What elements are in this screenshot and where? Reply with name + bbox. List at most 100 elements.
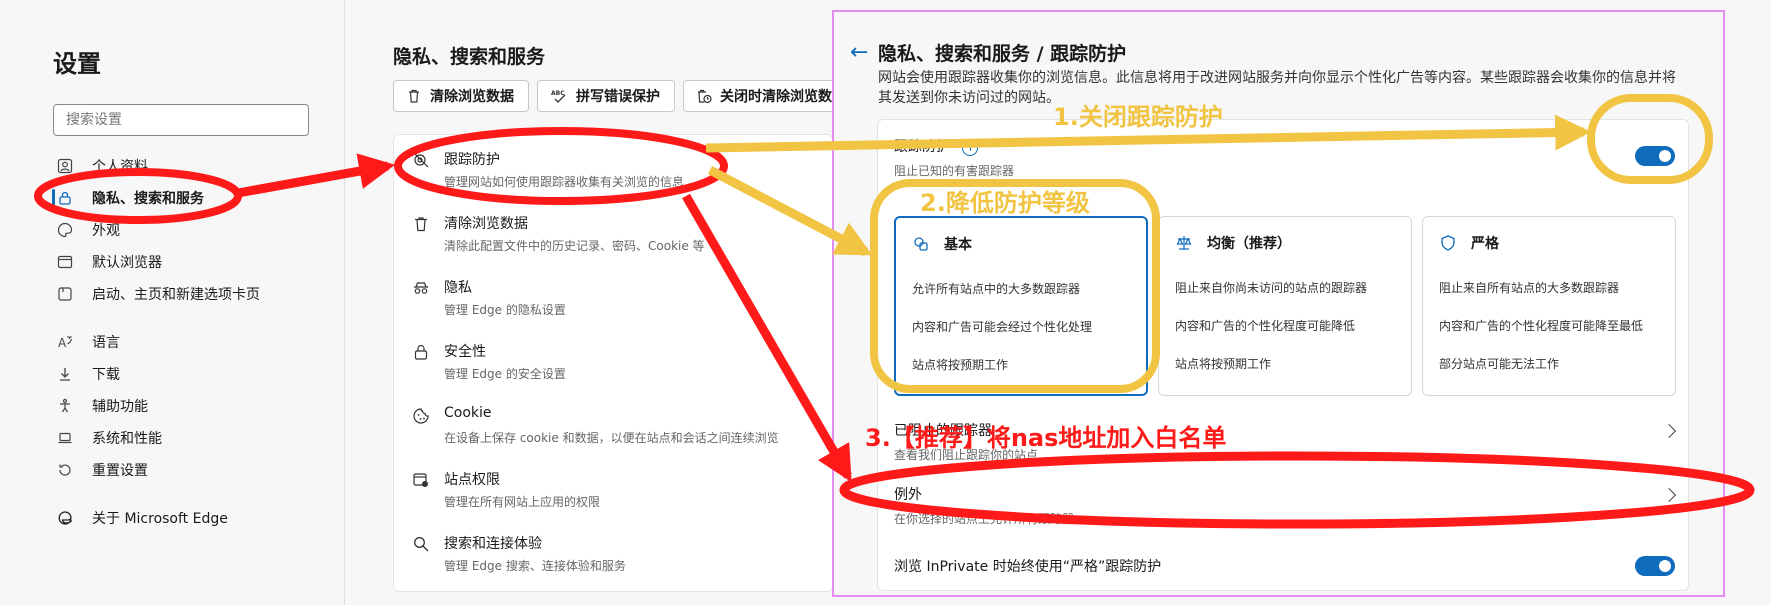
inprivate-strict-row: 浏览 InPrivate 时始终使用“严格”跟踪防护 <box>894 556 1674 576</box>
row-title: 浏览 InPrivate 时始终使用“严格”跟踪防护 <box>894 559 1162 575</box>
sidebar-item-default-browser[interactable]: 默认浏览器 <box>56 248 162 276</box>
row-title: 跟踪防护 <box>444 152 500 168</box>
row-subtitle: 在设备上保存 cookie 和数据，以便在站点和会话之间连续浏览 <box>444 431 779 445</box>
shield-icon <box>1439 234 1457 252</box>
tracking-prevention-subtitle: 阻止已知的有害跟踪器 <box>894 164 1015 178</box>
row-title: 隐私 <box>444 280 472 296</box>
sidebar-item-label: 下载 <box>92 367 120 383</box>
quick-actions: 清除浏览数据 ABC 拼写错误保护 关闭时清除浏览数据 <box>393 80 861 112</box>
active-indicator <box>52 189 55 207</box>
level-header: 严格 <box>1439 233 1499 253</box>
tracking-prevention-toggle[interactable] <box>1635 146 1675 166</box>
level-detail: 阻止来自你尚未访问的站点的跟踪器 <box>1175 281 1368 295</box>
search-settings-input[interactable]: 搜索设置 <box>53 104 309 136</box>
language-icon: A <box>56 333 74 351</box>
page-title: 隐私、搜索和服务 <box>393 46 546 68</box>
level-detail: 阻止来自所有站点的大多数跟踪器 <box>1439 281 1620 295</box>
level-name: 均衡（推荐） <box>1207 236 1291 252</box>
level-detail: 站点将按预期工作 <box>912 358 1009 372</box>
row-title: 清除浏览数据 <box>444 216 528 232</box>
exceptions-row[interactable]: 例外 在你选择的站点上允许所有跟踪器 <box>894 484 1677 527</box>
search-icon <box>412 535 430 553</box>
sidebar-item-label: 默认浏览器 <box>92 255 162 271</box>
level-basic-card[interactable]: 基本 允许所有站点中的大多数跟踪器 内容和广告可能会经过个性化处理 站点将按预期… <box>894 216 1148 396</box>
svg-text:A: A <box>58 336 67 350</box>
sidebar-item-reset[interactable]: 重置设置 <box>56 456 148 484</box>
sidebar-item-label: 语言 <box>92 335 120 351</box>
row-subtitle: 管理 Edge 的隐私设置 <box>444 303 566 317</box>
row-title: 搜索和连接体验 <box>444 536 542 552</box>
inprivate-strict-toggle[interactable] <box>1635 556 1675 576</box>
lock-icon <box>412 343 430 361</box>
cookie-icon <box>412 407 430 425</box>
tracking-prevention-panel: ← 隐私、搜索和服务 / 跟踪防护 网站会使用跟踪器收集你的浏览信息。此信息将用… <box>832 10 1725 597</box>
level-header: 均衡（推荐） <box>1175 233 1291 253</box>
lock-icon <box>56 189 74 207</box>
tracking-prevention-label: 跟踪防护 i <box>894 136 979 156</box>
reset-icon <box>56 461 74 479</box>
svg-text:ABC: ABC <box>551 90 565 97</box>
clear-browsing-data-button[interactable]: 清除浏览数据 <box>393 80 529 112</box>
browser-icon <box>56 253 74 271</box>
sidebar-item-label: 启动、主页和新建选项卡页 <box>92 287 260 303</box>
sidebar-item-downloads[interactable]: 下载 <box>56 360 120 388</box>
level-header: 基本 <box>912 234 972 254</box>
trash-icon <box>406 88 422 104</box>
level-strict-card[interactable]: 严格 阻止来自所有站点的大多数跟踪器 内容和广告的个性化程度可能降至最低 部分站… <box>1422 216 1676 396</box>
level-name: 基本 <box>944 237 972 253</box>
annotation-step3: 3.【推荐】将nas地址加入白名单 <box>865 424 1227 452</box>
row-subtitle: 管理 Edge 搜索、连接体验和服务 <box>444 559 626 573</box>
sidebar-item-appearance[interactable]: 外观 <box>56 216 120 244</box>
level-detail: 部分站点可能无法工作 <box>1439 357 1560 371</box>
level-detail: 内容和广告的个性化程度可能降低 <box>1175 319 1356 333</box>
chip-label: 关闭时清除浏览数据 <box>720 89 846 105</box>
level-detail: 站点将按预期工作 <box>1175 357 1272 371</box>
row-subtitle: 管理网站如何使用跟踪器收集有关浏览的信息 <box>444 175 685 189</box>
trash-icon <box>412 215 430 233</box>
download-icon <box>56 365 74 383</box>
spellcheck-icon: ABC <box>550 88 568 104</box>
sidebar-item-profile[interactable]: 个人资料 <box>56 152 148 180</box>
level-detail: 允许所有站点中的大多数跟踪器 <box>912 282 1081 296</box>
panel-description: 网站会使用跟踪器收集你的浏览信息。此信息将用于改进网站服务并向你显示个性化广告等… <box>878 70 1676 106</box>
laptop-icon <box>56 429 74 447</box>
row-subtitle: 清除此配置文件中的历史记录、密码、Cookie 等 <box>444 239 705 253</box>
panel-title: 隐私、搜索和服务 / 跟踪防护 <box>878 43 1127 65</box>
tab-icon <box>56 285 74 303</box>
profile-icon <box>56 157 74 175</box>
level-balanced-card[interactable]: 均衡（推荐） 阻止来自你尚未访问的站点的跟踪器 内容和广告的个性化程度可能降低 … <box>1158 216 1412 396</box>
palette-icon <box>56 221 74 239</box>
settings-sidebar: 设置 搜索设置 个人资料 隐私、搜索和服务 外观 默认浏览器 启动、主页和新建选… <box>0 0 345 605</box>
info-icon[interactable]: i <box>962 140 979 156</box>
edge-logo-icon <box>56 509 74 527</box>
sidebar-item-label: 辅助功能 <box>92 399 148 415</box>
sidebar-item-startup[interactable]: 启动、主页和新建选项卡页 <box>56 280 260 308</box>
sidebar-item-label: 重置设置 <box>92 463 148 479</box>
sidebar-item-accessibility[interactable]: 辅助功能 <box>56 392 148 420</box>
sidebar-item-privacy[interactable]: 隐私、搜索和服务 <box>52 184 204 212</box>
typo-protection-button[interactable]: ABC 拼写错误保护 <box>537 80 675 112</box>
level-detail: 内容和广告可能会经过个性化处理 <box>912 320 1093 334</box>
sidebar-item-languages[interactable]: A 语言 <box>56 328 120 356</box>
level-name: 严格 <box>1471 236 1499 252</box>
sidebar-item-system[interactable]: 系统和性能 <box>56 424 162 452</box>
scale-icon <box>1175 234 1193 252</box>
sidebar-item-label: 外观 <box>92 223 120 239</box>
trash-clock-icon <box>696 88 712 104</box>
sidebar-item-label: 隐私、搜索和服务 <box>92 191 204 207</box>
back-arrow-icon[interactable]: ← <box>850 40 868 65</box>
row-subtitle: 管理在所有网站上应用的权限 <box>444 495 601 509</box>
accessibility-icon <box>56 397 74 415</box>
privacy-sections-card: 跟踪防护 管理网站如何使用跟踪器收集有关浏览的信息 清除浏览数据 清除此配置文件… <box>393 134 833 592</box>
tracking-label-text: 跟踪防护 <box>894 139 950 155</box>
basic-level-icon <box>912 235 930 253</box>
sidebar-item-label: 系统和性能 <box>92 431 162 447</box>
settings-title: 设置 <box>53 50 101 78</box>
annotation-step1: 1.关闭跟踪防护 <box>1053 103 1223 131</box>
sidebar-item-label: 个人资料 <box>92 159 148 175</box>
site-permissions-icon <box>412 471 430 489</box>
sidebar-item-about[interactable]: 关于 Microsoft Edge <box>56 504 228 532</box>
chip-label: 清除浏览数据 <box>430 89 514 105</box>
level-detail: 内容和广告的个性化程度可能降至最低 <box>1439 319 1644 333</box>
row-subtitle: 在你选择的站点上允许所有跟踪器 <box>894 512 1075 526</box>
